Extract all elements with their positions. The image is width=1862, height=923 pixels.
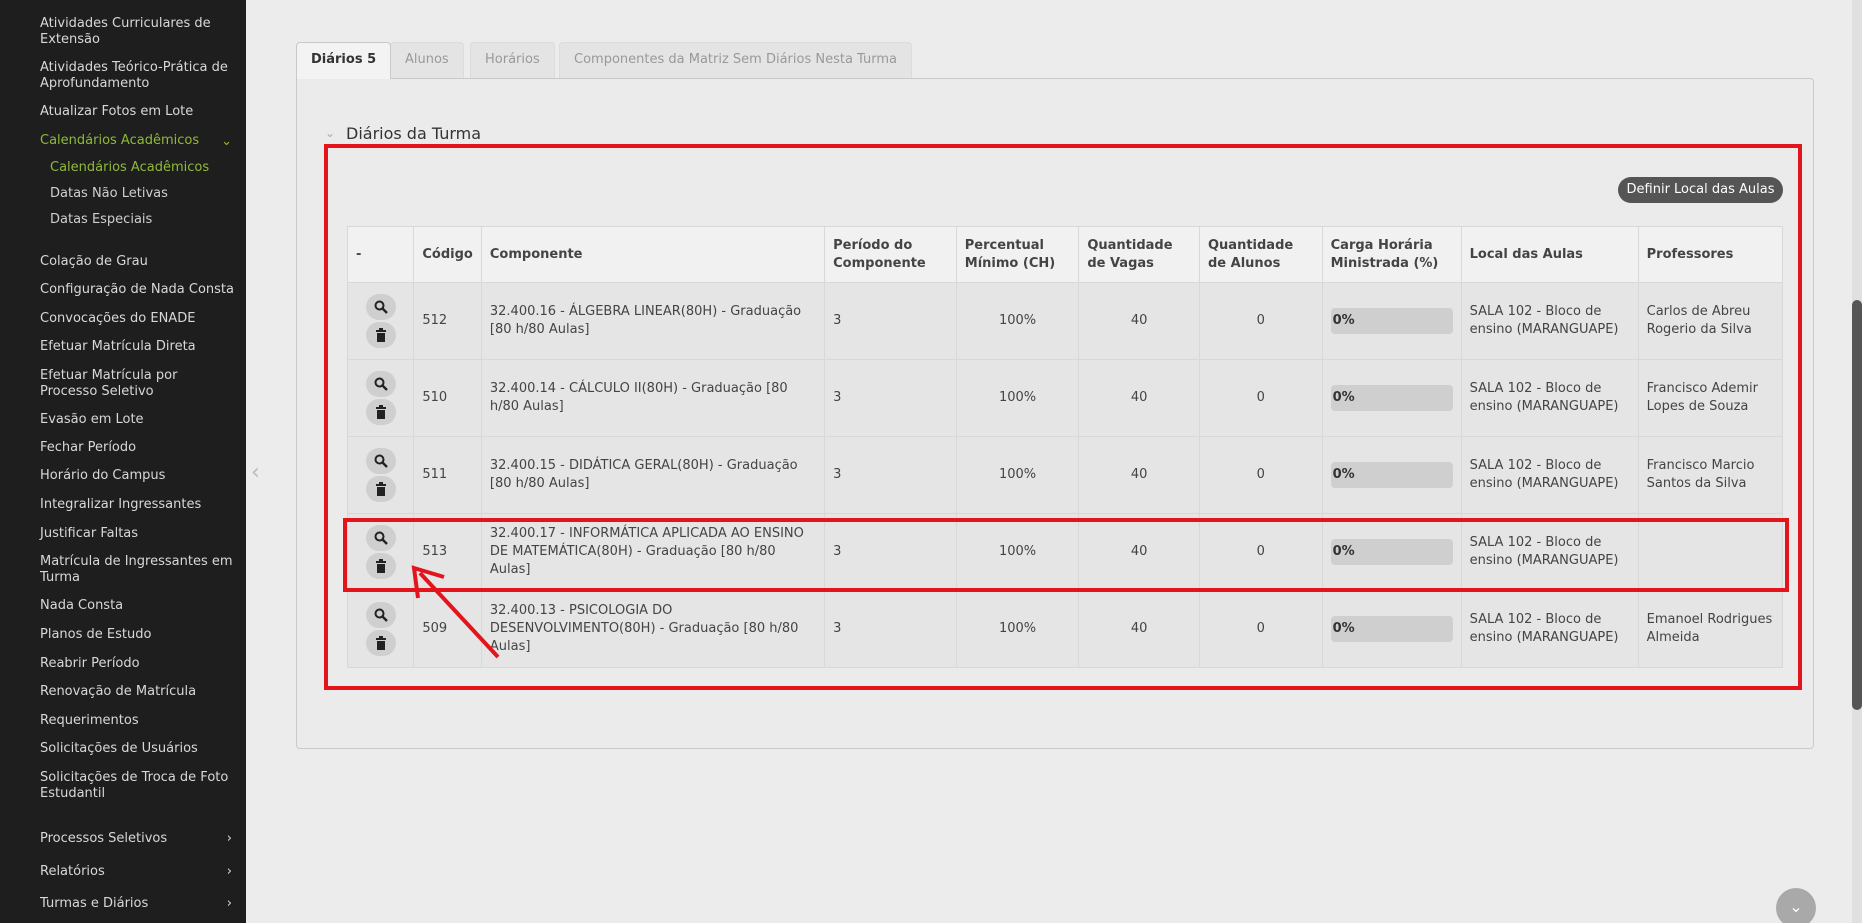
sidebar-item-matricula-processo[interactable]: Efetuar Matrícula por Processo Seletivo (40, 368, 236, 400)
sidebar-item-atividades-extensao[interactable]: Atividades Curriculares de Extensão (40, 16, 236, 48)
sidebar-item-troca-foto[interactable]: Solicitações de Troca de Foto Estudantil (40, 770, 236, 802)
collapse-sidebar-icon[interactable]: ‹ (251, 460, 260, 485)
scrollbar[interactable] (1852, 0, 1862, 923)
tab-componentes-matriz[interactable]: Componentes da Matriz Sem Diários Nesta … (559, 42, 913, 78)
sidebar-item-matricula-ingressantes[interactable]: Matrícula de Ingressantes em Turma (40, 554, 236, 586)
sidebar-item-reabrir-periodo[interactable]: Reabrir Período (40, 656, 236, 672)
sidebar-item-convocacoes-enade[interactable]: Convocações do ENADE (40, 311, 236, 327)
section-title[interactable]: Diários da Turma (346, 124, 481, 143)
sidebar-item-justificar-faltas[interactable]: Justificar Faltas (40, 526, 236, 542)
sidebar-item-fechar-periodo[interactable]: Fechar Período (40, 440, 236, 456)
sidebar-item-calendarios-academicos[interactable]: Calendários Acadêmicos (40, 133, 236, 149)
chevron-down-icon[interactable]: ⌄ (325, 126, 335, 140)
sidebar-item-requerimentos[interactable]: Requerimentos (40, 713, 236, 729)
annotation-box (343, 518, 1789, 592)
sidebar-menu: Atividades Curriculares de Extensão Ativ… (0, 0, 246, 923)
scroll-thumb[interactable] (1852, 300, 1862, 710)
sidebar-item-config-nada-consta[interactable]: Configuração de Nada Consta (40, 282, 236, 298)
sidebar-item-planos-estudo[interactable]: Planos de Estudo (40, 627, 236, 643)
sidebar-item-atualizar-fotos[interactable]: Atualizar Fotos em Lote (40, 104, 236, 120)
chevron-right-icon[interactable]: › (227, 864, 232, 879)
sidebar-item-integralizar[interactable]: Integralizar Ingressantes (40, 497, 236, 513)
chevron-right-icon[interactable]: › (227, 896, 232, 911)
sidebar-item-nada-consta[interactable]: Nada Consta (40, 598, 236, 614)
sidebar-item-turmas-diarios[interactable]: Turmas e Diários (40, 896, 236, 912)
scroll-down-icon[interactable]: ⌄ (1776, 888, 1816, 923)
sidebar-item-colacao-grau[interactable]: Colação de Grau (40, 254, 236, 270)
tab-horarios[interactable]: Horários (470, 42, 555, 78)
sidebar-item-solicitacoes-usuarios[interactable]: Solicitações de Usuários (40, 741, 236, 757)
sidebar-item-processos-seletivos[interactable]: Processos Seletivos (40, 831, 236, 847)
sidebar-item-evasao-lote[interactable]: Evasão em Lote (40, 412, 236, 428)
sidebar-subitem-datas-nao-letivas[interactable]: Datas Não Letivas (50, 186, 246, 202)
sidebar-item-atividades-teorico-pratica[interactable]: Atividades Teórico-Prática de Aprofundam… (40, 60, 236, 92)
chevron-right-icon[interactable]: › (227, 831, 232, 846)
annotation-box (324, 144, 1802, 690)
sidebar-item-matricula-direta[interactable]: Efetuar Matrícula Direta (40, 339, 236, 355)
sidebar-subitem-datas-especiais[interactable]: Datas Especiais (50, 212, 246, 228)
tab-diarios[interactable]: Diários 5 (296, 42, 392, 79)
sidebar-item-horario-campus[interactable]: Horário do Campus (40, 468, 236, 484)
chevron-down-icon[interactable]: ⌄ (221, 134, 232, 149)
tab-alunos[interactable]: Alunos (390, 42, 464, 78)
sidebar-subitem-calendarios[interactable]: Calendários Acadêmicos (50, 160, 246, 176)
sidebar-item-renovacao-matricula[interactable]: Renovação de Matrícula (40, 684, 236, 700)
sidebar-item-relatorios[interactable]: Relatórios (40, 864, 236, 880)
